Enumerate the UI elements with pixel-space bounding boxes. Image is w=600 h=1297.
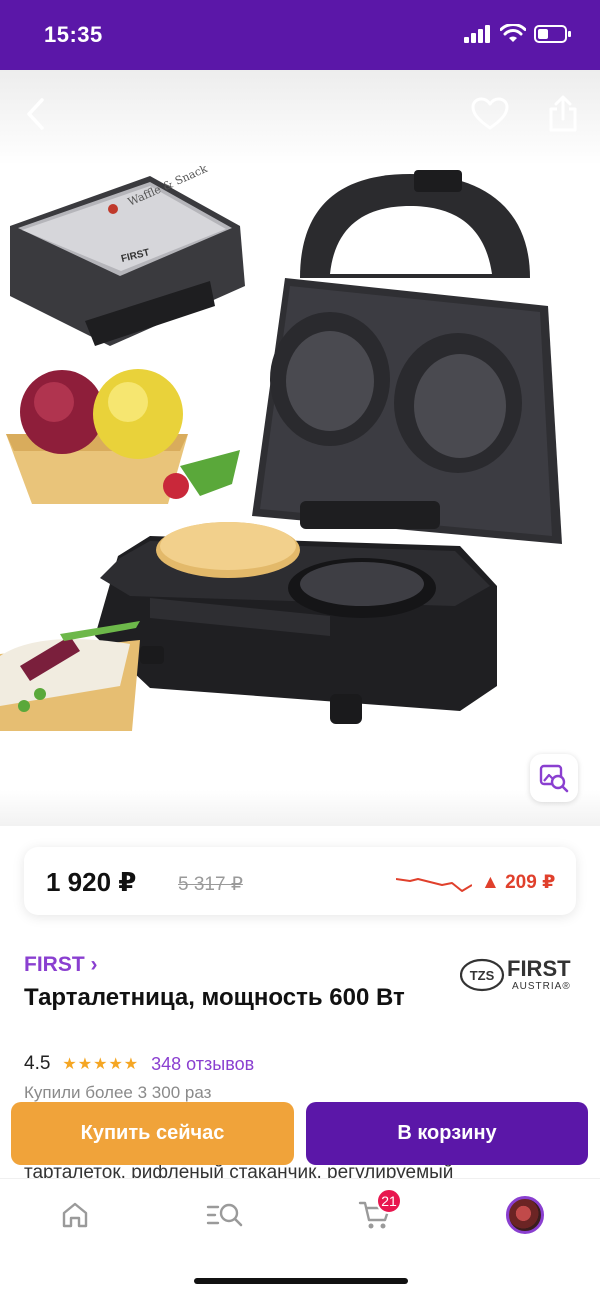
tab-home[interactable]: [50, 1195, 100, 1235]
rating-value: 4.5: [24, 1053, 51, 1074]
favorite-button[interactable]: [468, 92, 512, 136]
wifi-icon: [500, 24, 526, 42]
home-icon: [62, 1202, 88, 1228]
status-time: 15:35: [44, 22, 103, 47]
status-icons: [464, 24, 572, 44]
rating-row[interactable]: 4.5 ★★★★★ 348 отзывов: [24, 1053, 254, 1075]
brand-logo-sub: AUSTRIA®: [512, 981, 571, 992]
buy-now-button[interactable]: Купить сейчас: [11, 1102, 294, 1165]
visual-search-icon: [539, 764, 569, 793]
product-photo[interactable]: Waffle & Snack FIRST: [0, 166, 600, 736]
reviews-link[interactable]: 348 отзывов: [151, 1054, 254, 1075]
add-to-cart-button[interactable]: В корзину: [306, 1102, 588, 1165]
battery-icon: [534, 25, 571, 43]
old-price: 5 317 ₽: [178, 874, 243, 895]
brand-link[interactable]: FIRST ›: [24, 953, 98, 977]
rating-stars-icon: ★★★★★: [62, 1056, 140, 1073]
brand-logo-name: FIRST: [507, 956, 571, 981]
brand-logo[interactable]: TZS FIRST AUSTRIA®: [460, 956, 578, 994]
back-arrow-icon: [27, 98, 44, 130]
home-indicator: [194, 1278, 408, 1284]
current-price: 1 920 ₽: [46, 867, 137, 897]
tab-profile[interactable]: [500, 1195, 550, 1235]
back-button[interactable]: [14, 92, 58, 136]
heart-icon: [471, 97, 509, 130]
product-title: Тарталетница, мощность 600 Вт: [24, 984, 405, 1011]
cellular-signal-icon: [464, 25, 490, 43]
share-button[interactable]: [541, 92, 585, 136]
cart-count-badge: 21: [376, 1188, 402, 1214]
price-change: ▲ 209 ₽: [481, 872, 556, 893]
product-gallery[interactable]: Waffle & Snack FIRST: [0, 70, 600, 826]
purchase-count: Купили более 3 300 раз: [24, 1083, 212, 1102]
share-icon: [549, 95, 577, 132]
catalog-search-icon: [206, 1203, 243, 1227]
status-bar: 15:35: [0, 0, 600, 70]
price-card[interactable]: 1 920 ₽ 5 317 ₽ ▲ 209 ₽: [24, 847, 576, 915]
price-trend-sparkline: [396, 878, 472, 892]
brand-logo-prefix: TZS: [470, 968, 495, 983]
profile-avatar: [506, 1196, 544, 1234]
tab-catalog[interactable]: [200, 1195, 250, 1235]
visual-search-button[interactable]: [530, 754, 578, 802]
